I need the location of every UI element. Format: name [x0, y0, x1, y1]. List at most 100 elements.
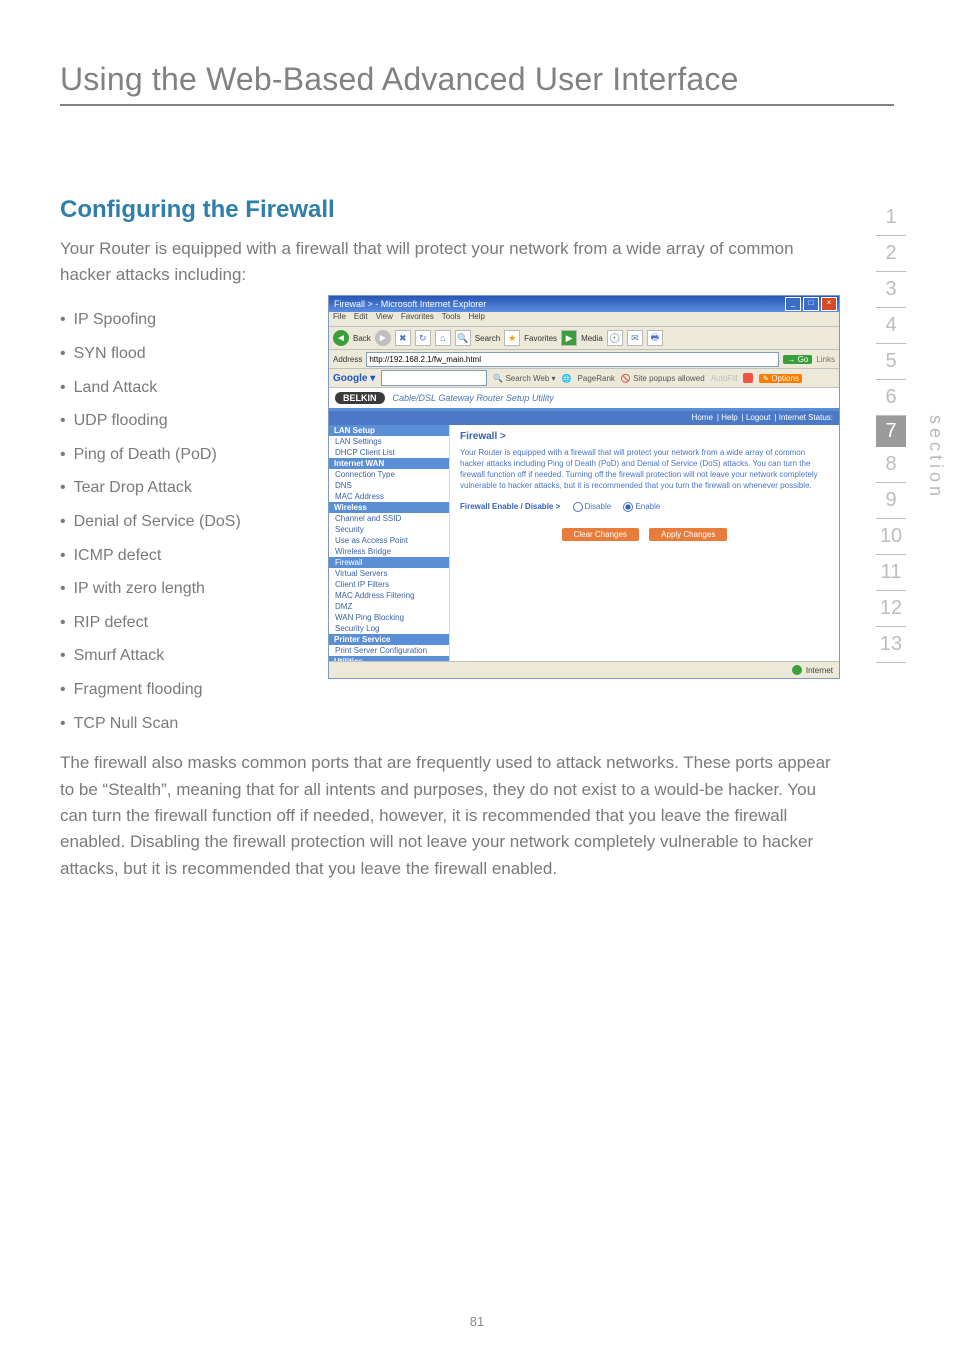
sidebar-item[interactable]: LAN Settings	[329, 436, 449, 447]
sidebar-item[interactable]: MAC Address	[329, 491, 449, 502]
google-alert-icon[interactable]	[743, 373, 753, 383]
close-button[interactable]: ×	[821, 297, 837, 311]
topnav-item[interactable]: | Help	[717, 413, 738, 422]
list-item: Denial of Service (DoS)	[60, 505, 310, 539]
sidebar-item[interactable]: DMZ	[329, 601, 449, 612]
sidebar-item[interactable]: Client IP Filters	[329, 579, 449, 590]
google-autofill[interactable]: AutoFill	[711, 374, 738, 383]
router-topnav: Home | Help | Logout| Internet Status:	[329, 411, 839, 425]
sidebar-item[interactable]: Channel and SSID	[329, 513, 449, 524]
section-nav-item[interactable]: 8	[876, 447, 906, 483]
status-bar: Internet	[329, 661, 839, 678]
menu-item[interactable]: Help	[468, 312, 484, 321]
section-nav-item[interactable]: 6	[876, 380, 906, 416]
mail-icon[interactable]: ✉	[627, 330, 643, 346]
belkin-logo: BELKIN	[335, 392, 385, 404]
media-icon[interactable]: ▶	[561, 330, 577, 346]
internet-icon	[792, 665, 802, 675]
sidebar-item[interactable]: DHCP Client List	[329, 447, 449, 458]
home-icon[interactable]: ⌂	[435, 330, 451, 346]
sidebar-item[interactable]: Use as Access Point	[329, 535, 449, 546]
menu-item[interactable]: Edit	[354, 312, 368, 321]
sidebar-item[interactable]: Security	[329, 524, 449, 535]
list-item: Fragment flooding	[60, 673, 310, 707]
list-item: IP with zero length	[60, 572, 310, 606]
section-nav-item[interactable]: 3	[876, 272, 906, 308]
back-icon[interactable]: ◄	[333, 330, 349, 346]
topnav-item[interactable]: | Logout	[742, 413, 771, 422]
section-nav-item[interactable]: 5	[876, 344, 906, 380]
section-nav-item[interactable]: 11	[876, 555, 906, 591]
topnav-item: | Internet Status:	[774, 413, 833, 422]
sidebar-item[interactable]: Security Log	[329, 623, 449, 634]
router-screenshot: Firewall > - Microsoft Internet Explorer…	[328, 295, 840, 679]
address-bar: Address → Go Links	[329, 350, 839, 369]
section-nav-item[interactable]: 2	[876, 236, 906, 272]
search-icon[interactable]: 🔍	[455, 330, 471, 346]
section-nav-item[interactable]: 10	[876, 519, 906, 555]
section-nav-item[interactable]: 13	[876, 627, 906, 663]
google-search-web[interactable]: 🔍 Search Web ▾	[493, 374, 555, 383]
sidebar-item[interactable]: Connection Type	[329, 469, 449, 480]
sidebar-item[interactable]: Wireless Bridge	[329, 546, 449, 557]
page-number: 81	[0, 1314, 954, 1329]
menu-item[interactable]: Favorites	[401, 312, 434, 321]
apply-changes-button[interactable]: Apply Changes	[649, 528, 727, 541]
print-icon[interactable]: 🖶	[647, 330, 663, 346]
forward-icon[interactable]: ►	[375, 330, 391, 346]
favorites-label[interactable]: Favorites	[524, 334, 557, 343]
go-button[interactable]: → Go	[783, 355, 812, 364]
sidebar-header: Internet WAN	[329, 458, 449, 469]
stop-icon[interactable]: ✖	[395, 330, 411, 346]
menu-bar: File Edit View Favorites Tools Help	[329, 312, 839, 327]
section-nav-item[interactable]: 7	[876, 416, 906, 447]
maximize-button[interactable]: □	[803, 297, 819, 311]
google-news-icon[interactable]: 🌐	[562, 374, 572, 383]
sidebar-item[interactable]: Restart Router	[329, 678, 449, 679]
google-search-input[interactable]	[381, 370, 487, 386]
minimize-button[interactable]: _	[785, 297, 801, 311]
topnav-item[interactable]: Home	[692, 413, 713, 422]
favorites-icon[interactable]: ★	[504, 330, 520, 346]
ie-toolbar: ◄ Back ► ✖ ↻ ⌂ 🔍 Search ★ Favorites ▶ Media…	[329, 327, 839, 350]
enable-radio[interactable]	[623, 502, 633, 512]
section-nav-item[interactable]: 9	[876, 483, 906, 519]
google-toolbar: Google ▾ 🔍 Search Web ▾ 🌐 PageRank 🚫 Sit…	[329, 369, 839, 388]
belkin-subtitle: Cable/DSL Gateway Router Setup Utility	[393, 393, 554, 403]
section-nav-item[interactable]: 4	[876, 308, 906, 344]
links-label[interactable]: Links	[816, 355, 835, 364]
after-paragraph: The firewall also masks common ports tha…	[60, 750, 840, 882]
address-label: Address	[333, 355, 362, 364]
chapter-title: Using the Web-Based Advanced User Interf…	[60, 61, 894, 106]
google-popups[interactable]: 🚫 Site popups allowed	[621, 374, 705, 383]
section-nav-item[interactable]: 12	[876, 591, 906, 627]
history-icon[interactable]: 🕘	[607, 330, 623, 346]
section-nav: 12345678910111213	[868, 200, 914, 663]
media-label[interactable]: Media	[581, 334, 603, 343]
router-sidebar: LAN SetupLAN SettingsDHCP Client ListInt…	[329, 425, 450, 679]
list-item: Land Attack	[60, 371, 310, 405]
sidebar-header: Printer Service	[329, 634, 449, 645]
breadcrumb: Firewall >	[460, 431, 829, 442]
menu-item[interactable]: File	[333, 312, 346, 321]
sidebar-item[interactable]: MAC Address Filtering	[329, 590, 449, 601]
sidebar-item[interactable]: Firewall	[329, 557, 449, 568]
section-heading: Configuring the Firewall	[60, 196, 840, 224]
back-label[interactable]: Back	[353, 334, 371, 343]
sidebar-item[interactable]: WAN Ping Blocking	[329, 612, 449, 623]
menu-item[interactable]: Tools	[442, 312, 461, 321]
sidebar-item[interactable]: Print Server Configuration	[329, 645, 449, 656]
sidebar-header: LAN Setup	[329, 425, 449, 436]
list-item: Ping of Death (PoD)	[60, 438, 310, 472]
sidebar-item[interactable]: DNS	[329, 480, 449, 491]
search-label[interactable]: Search	[475, 334, 500, 343]
refresh-icon[interactable]: ↻	[415, 330, 431, 346]
disable-radio[interactable]	[573, 502, 583, 512]
address-input[interactable]	[366, 352, 779, 367]
status-internet: Internet	[806, 666, 833, 675]
menu-item[interactable]: View	[376, 312, 393, 321]
google-options[interactable]: ✎ Options	[759, 374, 802, 383]
sidebar-item[interactable]: Virtual Servers	[329, 568, 449, 579]
clear-changes-button[interactable]: Clear Changes	[562, 528, 639, 541]
section-nav-item[interactable]: 1	[876, 200, 906, 236]
